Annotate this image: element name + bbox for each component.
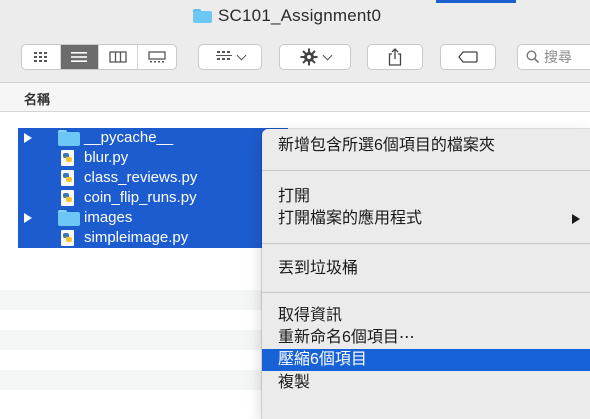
column-view-icon [109,51,127,63]
file-row-pycache[interactable]: __pycache__ [18,128,288,148]
column-header: 名稱 [0,83,590,112]
menu-item-get-info[interactable]: 取得資訊 [262,305,590,327]
window-title-group: SC101_Assignment0 [193,6,381,26]
menu-item-duplicate[interactable]: 複製 [262,372,590,394]
file-row-coin-flip-runs[interactable]: coin_flip_runs.py [18,188,288,208]
menu-item-new-folder-with-selection[interactable]: 新增包含所選6個項目的檔案夾 [262,135,590,157]
file-name: simpleimage.py [84,229,189,246]
menu-item-label: 打開檔案的應用程式 [278,210,423,227]
menu-item-compress[interactable]: 壓縮6個項目 [262,349,590,371]
file-row-blur[interactable]: blur.py [18,148,288,168]
file-name: coin_flip_runs.py [84,189,197,206]
context-menu: 新增包含所選6個項目的檔案夾 打開 打開檔案的應用程式 丟到垃圾桶 取得資訊 重… [262,129,590,419]
tag-button[interactable] [440,44,496,70]
gallery-view-icon [148,51,166,63]
gear-icon [300,48,317,66]
group-icon [215,51,232,60]
file-row-images[interactable]: images [18,208,288,228]
python-file-icon [61,150,74,166]
window-titlebar: SC101_Assignment0 [0,0,590,30]
list-view-button[interactable] [60,45,99,69]
submenu-arrow-icon [572,214,580,224]
menu-item-open-with[interactable]: 打開檔案的應用程式 [262,208,590,230]
folder-icon [58,130,80,146]
file-name: images [84,209,133,226]
icon-view-button[interactable] [22,45,61,69]
action-button[interactable] [279,44,351,70]
file-name: blur.py [84,149,129,166]
tag-icon [458,51,478,63]
file-name: __pycache__ [84,129,174,146]
menu-separator [262,292,590,293]
folder-icon [58,210,80,226]
search-field[interactable] [517,44,590,70]
share-button[interactable] [367,44,423,70]
python-file-icon [61,190,74,206]
group-button[interactable] [198,44,262,70]
search-input[interactable] [544,49,590,65]
menu-separator [262,170,590,171]
gallery-view-button[interactable] [138,45,176,69]
list-view-icon [71,52,88,62]
disclosure-triangle-icon[interactable] [24,213,32,223]
chevron-down-icon [236,50,246,61]
titlebar-accent-line [436,0,516,3]
search-icon [526,50,540,64]
chevron-down-icon [322,50,332,61]
view-mode-control [21,44,177,70]
python-file-icon [61,230,74,246]
finder-toolbar [0,30,590,83]
share-icon [388,48,402,66]
folder-icon [193,9,212,23]
python-file-icon [61,170,74,186]
window-title: SC101_Assignment0 [218,6,382,25]
menu-item-open[interactable]: 打開 [262,186,590,208]
disclosure-triangle-icon[interactable] [24,133,32,143]
file-row-class-reviews[interactable]: class_reviews.py [18,168,288,188]
icon-view-icon [33,52,47,62]
menu-separator [262,243,590,244]
column-view-button[interactable] [99,45,138,69]
file-row-simpleimage[interactable]: simpleimage.py [18,228,288,248]
menu-item-move-to-trash[interactable]: 丟到垃圾桶 [262,258,590,280]
menu-item-rename[interactable]: 重新命名6個項目⋯ [262,327,590,349]
file-name: class_reviews.py [84,169,198,186]
column-header-name[interactable]: 名稱 [24,89,50,108]
